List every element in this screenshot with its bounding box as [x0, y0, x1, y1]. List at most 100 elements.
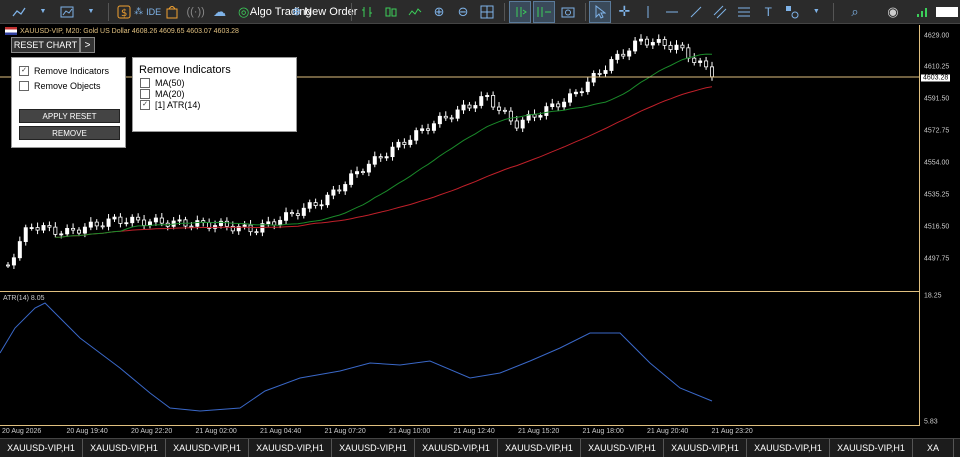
indicator-checkbox[interactable] — [140, 78, 150, 88]
text-tool-icon[interactable]: T — [757, 1, 779, 23]
pane-separator[interactable] — [0, 291, 920, 292]
shapes-icon[interactable] — [781, 1, 803, 23]
candle-body — [585, 81, 590, 93]
chart-tab[interactable]: XAUUSD-VIP,H1 — [166, 439, 249, 457]
candle-body — [159, 217, 164, 224]
remove-objects-checkbox[interactable] — [19, 81, 29, 91]
shapes-dropdown-icon[interactable]: ▼ — [805, 1, 827, 23]
shopping-bag-icon[interactable] — [161, 1, 183, 23]
chart-tab[interactable]: XAUUSD-VIP,H1 — [249, 439, 332, 457]
chart-tab[interactable]: XAUUSD-VIP,H1 — [415, 439, 498, 457]
remove-indicators-option[interactable]: ✓ Remove Indicators — [19, 66, 109, 76]
indicators-icon[interactable] — [56, 1, 78, 23]
grid-icon[interactable] — [476, 1, 498, 23]
candle-body — [414, 130, 419, 141]
candle-body — [366, 163, 371, 173]
candle-body — [195, 220, 200, 227]
line-icon[interactable] — [404, 1, 426, 23]
candle-body — [378, 156, 383, 159]
chart-tab[interactable]: XA — [913, 439, 954, 457]
autoscroll-icon[interactable] — [508, 0, 531, 23]
expand-button[interactable]: > — [80, 37, 95, 53]
new-order-button[interactable]: ⊕ New Order — [292, 1, 357, 23]
channel-icon[interactable] — [709, 1, 731, 23]
apply-reset-button[interactable]: APPLY RESET — [19, 109, 120, 123]
remove-objects-option[interactable]: Remove Objects — [19, 81, 101, 91]
indicator-checkbox[interactable]: ✓ — [140, 100, 150, 110]
crosshair-icon[interactable]: ✛ — [613, 1, 635, 23]
fibonacci-icon[interactable] — [733, 1, 755, 23]
chart-tab[interactable]: XAUUSD-VIP,H1 — [332, 439, 415, 457]
candle-body — [331, 189, 336, 196]
candle-body — [41, 225, 46, 231]
chart-tab[interactable]: XAUUSD-VIP,H1 — [0, 439, 83, 457]
price-axis-label: 4535.25 — [924, 191, 950, 199]
candle-body — [420, 128, 425, 131]
indicators-dropdown-icon[interactable]: ▼ — [80, 1, 102, 23]
zoom-in-icon[interactable]: ⊕ — [428, 1, 450, 23]
candle-body — [520, 119, 525, 129]
candle-body — [627, 50, 632, 57]
screenshot-icon[interactable] — [557, 1, 579, 23]
indicator-list-item[interactable]: MA(50) — [140, 78, 185, 88]
candle-body — [17, 241, 22, 259]
chart-tab[interactable]: XAUUSD-VIP,H1 — [830, 439, 913, 457]
zoom-out-icon[interactable]: ⊖ — [452, 1, 474, 23]
chart-shift-icon[interactable] — [532, 0, 555, 23]
candle-body — [568, 93, 573, 103]
candle-body — [177, 219, 182, 222]
vertical-line-icon[interactable] — [637, 1, 659, 23]
indicator-checkbox[interactable] — [140, 89, 150, 99]
indicator-list-item[interactable]: MA(20) — [140, 89, 185, 99]
candlestick-icon[interactable] — [380, 1, 402, 23]
toolbar-divider — [351, 2, 353, 21]
reset-chart-button[interactable]: RESET CHART — [11, 37, 80, 53]
ide-button[interactable]: ⁂ IDE — [134, 1, 161, 23]
candle-body — [514, 120, 519, 129]
candle-body — [343, 184, 348, 192]
cursor-icon[interactable] — [589, 0, 612, 23]
chart-tab[interactable]: XAUUSD-VIP,H1 — [498, 439, 581, 457]
signal-strength-icon[interactable] — [912, 1, 934, 23]
candle-body — [621, 53, 626, 57]
chart-type-dropdown-icon[interactable]: ▼ — [32, 1, 54, 23]
candle-body — [579, 91, 584, 94]
remove-button[interactable]: REMOVE — [19, 126, 120, 140]
chart-tab[interactable]: XAUUSD-VIP,H1 — [581, 439, 664, 457]
candle-body — [710, 66, 715, 78]
candle-body — [6, 264, 11, 267]
cloud-icon[interactable]: ☁ — [209, 1, 231, 23]
candle-body — [698, 60, 703, 63]
candle-body — [485, 95, 490, 97]
trendline-icon[interactable] — [685, 1, 707, 23]
candle-body — [443, 115, 448, 119]
atr-indicator-pane[interactable] — [0, 293, 920, 424]
indicator-label: MA(50) — [155, 78, 185, 88]
toolbar-divider — [504, 2, 505, 21]
indicator-label: [1] ATR(14) — [155, 100, 201, 110]
candle-body — [94, 221, 99, 227]
price-axis-label: 4516.50 — [924, 223, 950, 231]
bar-chart-icon[interactable] — [356, 1, 378, 23]
candle-body — [396, 141, 401, 148]
horizontal-line-icon[interactable] — [661, 1, 683, 23]
search-icon[interactable]: ⌕ — [844, 1, 866, 23]
symbol-info: XAUUSD-VIP, M20: Gold US Dollar 4608.26 … — [20, 28, 239, 35]
price-axis[interactable]: 4629.00 4610.25 4591.50 4572.75 4554.00 4535.… — [920, 25, 960, 426]
time-axis[interactable]: 20 Aug 2026 20 Aug 19:40 20 Aug 22:20 21 Au… — [0, 425, 920, 437]
dollar-icon[interactable]: $ — [113, 1, 135, 23]
account-icon[interactable]: ◉ — [882, 1, 904, 23]
atr-indicator-label: ATR(14) 8.05 — [3, 295, 45, 302]
indicator-list-item[interactable]: ✓ [1] ATR(14) — [140, 100, 200, 110]
line-chart-icon[interactable] — [8, 1, 30, 23]
signal-icon[interactable]: ((·)) — [185, 1, 207, 23]
candle-body — [455, 109, 460, 119]
chart-tab[interactable]: XAUUSD-VIP,H1 — [747, 439, 830, 457]
candle-body — [325, 194, 330, 206]
candle-body — [449, 117, 454, 120]
candle-body — [106, 218, 111, 227]
candle-body — [349, 173, 354, 185]
remove-indicators-checkbox[interactable]: ✓ — [19, 66, 29, 76]
chart-tab[interactable]: XAUUSD-VIP,H1 — [83, 439, 166, 457]
chart-tab[interactable]: XAUUSD-VIP,H1 — [664, 439, 747, 457]
